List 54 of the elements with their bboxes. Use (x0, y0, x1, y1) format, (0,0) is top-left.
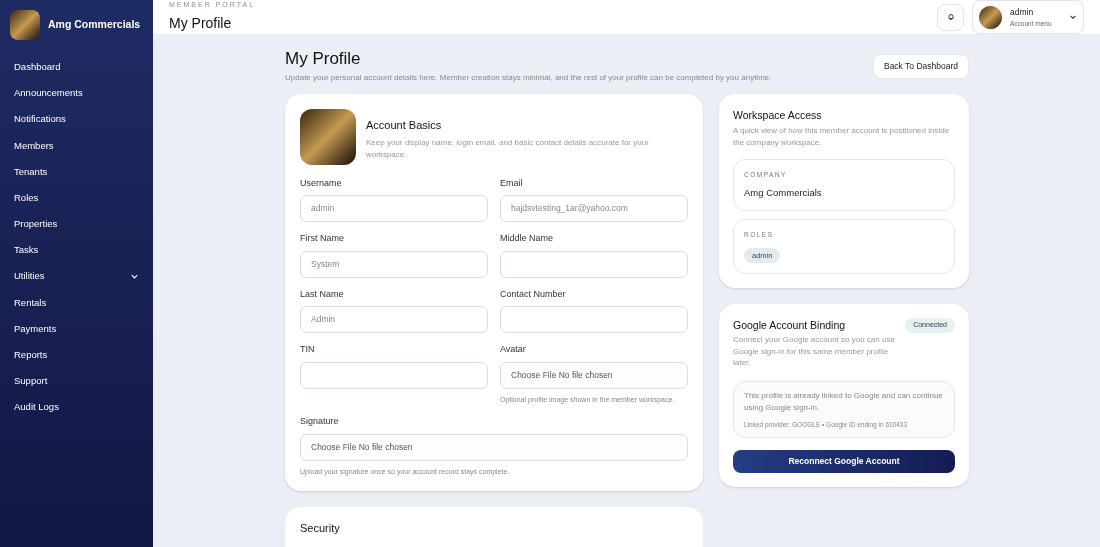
field-label: First Name (300, 232, 345, 245)
input-field[interactable]: Admin (300, 306, 488, 333)
bell-icon (946, 13, 955, 21)
brand-name: Amg Commercials (48, 17, 141, 33)
sidebar-item[interactable]: Announcements (0, 80, 153, 107)
sidebar-item[interactable]: Notifications (0, 106, 153, 133)
sidebar-item[interactable]: Utilities (0, 263, 153, 290)
reconnect-button[interactable]: Reconnect Google Account (733, 450, 955, 474)
logo-picture (10, 10, 40, 40)
sidebar-item[interactable]: Audit Logs (0, 394, 153, 421)
notifications-button[interactable] (937, 3, 964, 31)
sidebar-item[interactable]: Rentals (0, 289, 153, 316)
field-label: Last Name (300, 287, 345, 301)
sidebar-item[interactable]: Reports (0, 342, 153, 369)
header-title: My Profile (169, 13, 233, 33)
input-field[interactable]: hajdsvtesting_1ar@yahoo.com (500, 195, 688, 222)
sidebar-item[interactable]: Properties (0, 211, 153, 238)
page-title: My Profile (285, 48, 362, 70)
input-field[interactable] (500, 306, 688, 333)
sidebar-item[interactable]: Payments (0, 315, 153, 343)
sidebar-item[interactable]: Roles (0, 184, 153, 212)
logo-picture (300, 108, 356, 165)
page-subtitle: Update your personal account details here. Member creation stays minimal, and the rest of your profile can be completed by you anytime. (285, 71, 772, 84)
sidebar-item[interactable]: Tasks (0, 237, 153, 264)
sidebar-item[interactable]: Members (0, 132, 153, 159)
field-label: TIN (300, 343, 316, 356)
card-description: Connect your Google account so you can use Google sign-in for this same member profile later. (733, 334, 896, 369)
logo-picture (979, 5, 1002, 29)
input-field[interactable]: System (300, 250, 488, 278)
file-input[interactable]: Choose File No file chosen (300, 433, 688, 461)
field-label: Username (300, 176, 343, 190)
sidebar-item[interactable]: Tenants (0, 158, 153, 185)
field-label: Email (500, 176, 524, 190)
notice-text: This profile is already linked to Google and can continue using Google sign-in. (744, 389, 944, 414)
card-title: Security (300, 522, 340, 534)
input-field[interactable] (300, 361, 488, 389)
field-label: Middle Name (500, 232, 555, 245)
account-name: admin (1010, 5, 1034, 19)
input-field[interactable] (500, 250, 688, 278)
card-title: Workspace Access (733, 107, 823, 123)
file-input[interactable]: Choose File No file chosen (500, 361, 688, 389)
card-description: A quick view of how this member account is positioned inside the company workspace. (733, 125, 951, 150)
sidebar-item[interactable]: Support (0, 368, 153, 395)
field-label: Contact Number (500, 287, 567, 301)
chevron-icon (1069, 13, 1077, 21)
card-title: Account Basics (366, 117, 443, 133)
back-button[interactable]: Back To Dashboard (872, 54, 969, 79)
card-title: Google Account Binding (733, 318, 846, 334)
input-field[interactable]: admin (300, 195, 488, 222)
card-description: Keep your display name, login email, and basic contact details accurate for your workspace. (366, 137, 650, 161)
field-label: Signature (300, 415, 340, 428)
company-name: Amg Commercials (744, 186, 823, 200)
sidebar-item[interactable]: Dashboard (0, 54, 153, 81)
field-label: Avatar (500, 343, 527, 356)
